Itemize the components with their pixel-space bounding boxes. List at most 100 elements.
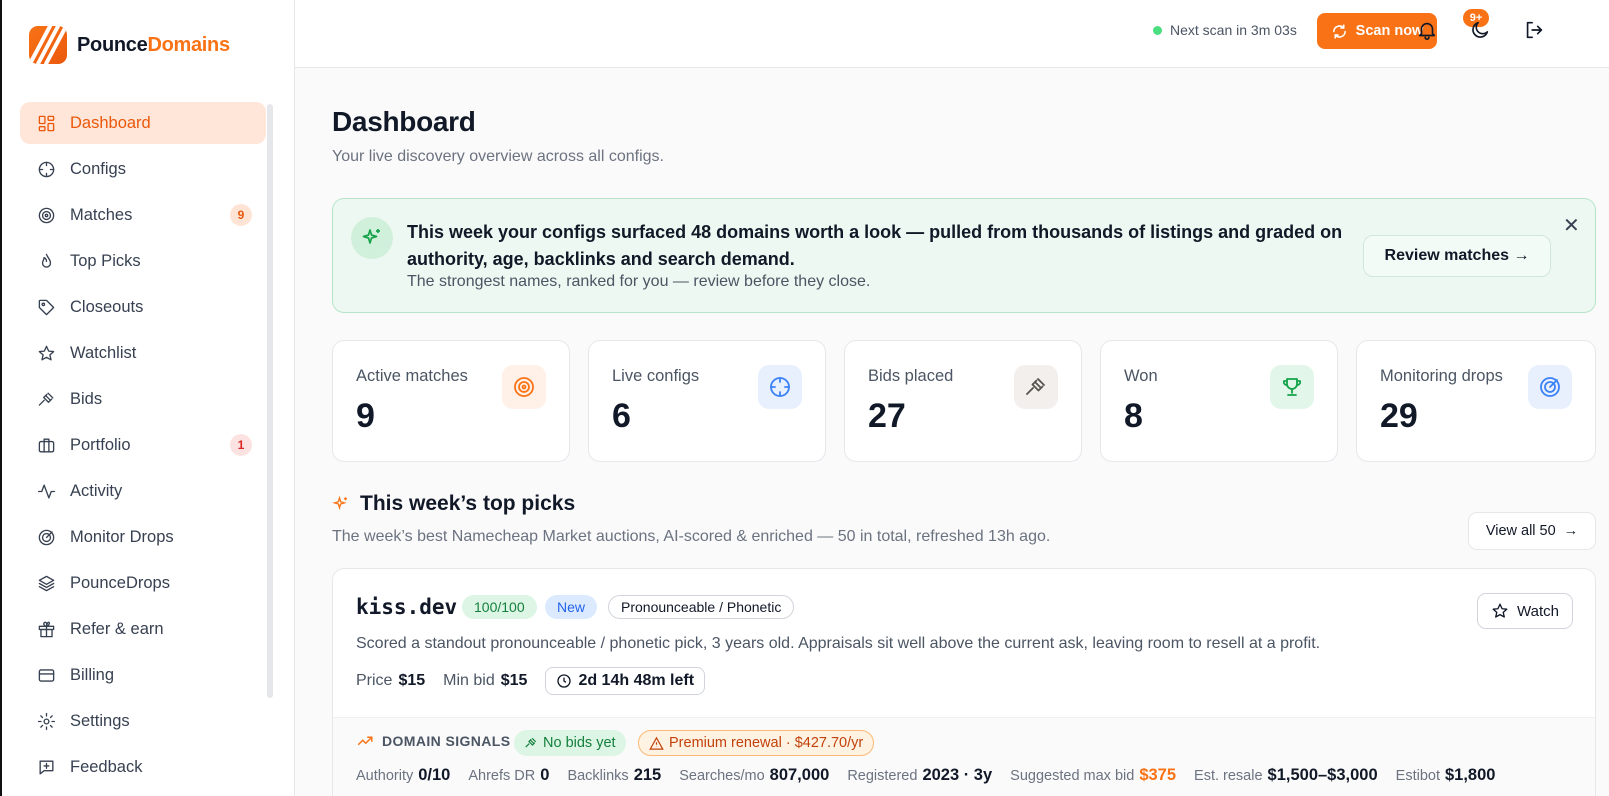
no-bids-badge: No bids yet xyxy=(514,730,626,756)
price-label: Price xyxy=(356,672,393,689)
stat-label: Active matches xyxy=(356,367,468,385)
gavel-icon xyxy=(1014,365,1058,409)
watch-button[interactable]: Watch xyxy=(1477,593,1573,629)
target-icon xyxy=(502,365,546,409)
sidebar-item-pouncedrops[interactable]: PounceDrops xyxy=(20,562,266,604)
portfolio-count-badge: 1 xyxy=(230,434,252,456)
brand-logo[interactable]: PounceDomains xyxy=(29,26,230,64)
crosshair-icon xyxy=(36,159,56,179)
radar-icon xyxy=(36,527,56,547)
stat-value: 9 xyxy=(356,397,375,435)
refresh-icon xyxy=(1332,23,1346,39)
stat-card-bids-placed[interactable]: Bids placed 27 xyxy=(844,340,1082,462)
sidebar-item-top-picks[interactable]: Top Picks xyxy=(20,240,266,282)
price-value: $15 xyxy=(398,672,426,689)
sidebar-item-label: Closeouts xyxy=(70,297,144,316)
status-dot-icon xyxy=(1153,25,1162,35)
sidebar-item-label: Refer & earn xyxy=(70,619,164,638)
stat-card-live-configs[interactable]: Live configs 6 xyxy=(588,340,826,462)
sidebar-scrollbar[interactable] xyxy=(267,104,273,698)
signal-authority: Authority 0/10 xyxy=(356,766,451,784)
sidebar-item-label: Settings xyxy=(70,711,130,730)
sidebar-item-matches[interactable]: Matches 9 xyxy=(20,194,266,236)
sidebar-item-billing[interactable]: Billing xyxy=(20,654,266,696)
arrow-right-icon: → xyxy=(1563,523,1579,539)
signals-title: DOMAIN SIGNALS xyxy=(382,733,511,749)
sidebar-item-configs[interactable]: Configs xyxy=(20,148,266,190)
sparkle-icon xyxy=(332,495,347,511)
sidebar-item-label: PounceDrops xyxy=(70,573,170,592)
star-icon xyxy=(1492,603,1508,618)
scan-status: Next scan in 3m 03s xyxy=(1153,22,1297,38)
gear-icon xyxy=(36,711,56,731)
review-matches-button[interactable]: Review matches → xyxy=(1363,235,1551,277)
top-picks-heading: This week’s top picks xyxy=(332,492,575,516)
flame-icon xyxy=(36,251,56,271)
sidebar-item-label: Feedback xyxy=(70,757,143,776)
stat-card-active-matches[interactable]: Active matches 9 xyxy=(332,340,570,462)
trophy-icon xyxy=(1270,365,1314,409)
sidebar-item-bids[interactable]: Bids xyxy=(20,378,266,420)
sidebar-item-label: Dashboard xyxy=(70,113,151,132)
moon-icon[interactable] xyxy=(1469,19,1493,43)
pick-meta: Price $15 Min bid $15 2d 14h 48m left xyxy=(356,667,706,695)
gavel-icon xyxy=(525,737,537,748)
sidebar-item-watchlist[interactable]: Watchlist xyxy=(20,332,266,374)
stat-label: Monitoring drops xyxy=(1380,367,1503,385)
signals-row: Authority 0/10 Ahrefs DR 0 Backlinks 215 Se… xyxy=(356,766,1495,785)
sidebar-item-label: Top Picks xyxy=(70,251,141,270)
review-matches-label: Review matches xyxy=(1384,247,1510,264)
message-icon xyxy=(36,757,56,777)
top-pick-card[interactable]: kiss.dev 100/100 New Pronounceable / Pho… xyxy=(332,568,1596,796)
close-icon[interactable]: ✕ xyxy=(1563,213,1580,238)
scan-status-text: Next scan in 3m 03s xyxy=(1170,22,1297,38)
stat-card-monitoring-drops[interactable]: Monitoring drops 29 xyxy=(1356,340,1596,462)
signal-backlinks: Backlinks 215 xyxy=(567,766,662,784)
sidebar-item-settings[interactable]: Settings xyxy=(20,700,266,742)
sidebar-item-monitor-drops[interactable]: Monitor Drops xyxy=(20,516,266,558)
stat-value: 29 xyxy=(1380,397,1418,435)
briefcase-icon xyxy=(36,435,56,455)
sparkle-icon xyxy=(351,217,393,259)
brand-name: PounceDomains xyxy=(77,33,230,56)
stat-label: Won xyxy=(1124,367,1158,385)
sidebar-item-label: Portfolio xyxy=(70,435,131,454)
minbid-label: Min bid xyxy=(443,672,495,689)
top-picks-title: This week’s top picks xyxy=(360,492,576,515)
premium-renewal-text: Premium renewal · $427.70/yr xyxy=(669,735,864,751)
sidebar-item-activity[interactable]: Activity xyxy=(20,470,266,512)
stat-value: 27 xyxy=(868,397,906,435)
sidebar-item-portfolio[interactable]: Portfolio 1 xyxy=(20,424,266,466)
pick-domain[interactable]: kiss.dev xyxy=(356,595,457,619)
time-left-badge: 2d 14h 48m left xyxy=(545,667,706,695)
page-title: Dashboard xyxy=(332,106,476,137)
category-badge: Pronounceable / Phonetic xyxy=(608,595,795,619)
target-icon xyxy=(36,205,56,225)
signals-heading: DOMAIN SIGNALS xyxy=(356,732,511,750)
gift-icon xyxy=(36,619,56,639)
stat-value: 8 xyxy=(1124,397,1143,435)
claw-logo-icon xyxy=(29,26,67,64)
scan-now-label: Scan now xyxy=(1355,23,1424,39)
sidebar-item-dashboard[interactable]: Dashboard xyxy=(20,102,266,144)
premium-renewal-badge: Premium renewal · $427.70/yr xyxy=(638,730,875,756)
sidebar: PounceDomains Dashboard Configs Matches … xyxy=(0,0,295,796)
status-badge: New xyxy=(545,595,598,619)
time-left-text: 2d 14h 48m left xyxy=(578,672,695,689)
sidebar-item-label: Activity xyxy=(70,481,123,500)
sidebar-nav: Dashboard Configs Matches 9 Top Picks Cl… xyxy=(20,102,266,792)
view-all-button[interactable]: View all 50 → xyxy=(1468,512,1596,550)
domain-signals: DOMAIN SIGNALS No bids yet Premium renew… xyxy=(333,717,1595,796)
sidebar-item-refer[interactable]: Refer & earn xyxy=(20,608,266,650)
sidebar-item-label: Billing xyxy=(70,665,115,684)
warning-icon xyxy=(649,736,664,750)
bell-icon[interactable] xyxy=(1416,19,1440,43)
sidebar-item-feedback[interactable]: Feedback xyxy=(20,746,266,788)
stat-card-won[interactable]: Won 8 xyxy=(1100,340,1338,462)
weekly-summary-banner: This week your configs surfaced 48 domai… xyxy=(332,198,1596,313)
logout-icon[interactable] xyxy=(1523,19,1547,43)
signal-estibot: Estibot $1,800 xyxy=(1395,766,1496,784)
top-picks-subtitle: The week’s best Namecheap Market auction… xyxy=(332,528,1051,545)
dashboard-icon xyxy=(36,113,56,133)
sidebar-item-closeouts[interactable]: Closeouts xyxy=(20,286,266,328)
